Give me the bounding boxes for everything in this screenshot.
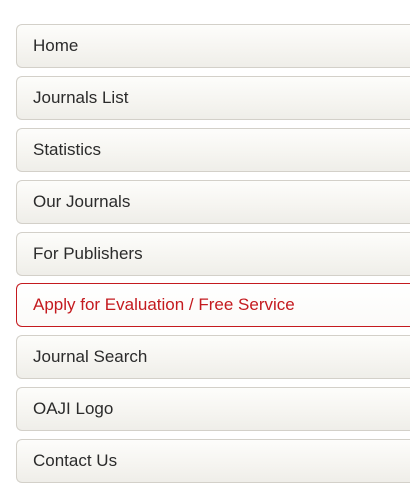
- nav-item-label: OAJI Logo: [33, 399, 114, 419]
- nav-item-our-journals[interactable]: Our Journals: [16, 179, 410, 224]
- nav-item-label: Contact Us: [33, 451, 118, 471]
- nav-item-apply-for-evaluation[interactable]: Apply for Evaluation / Free Service: [16, 283, 410, 328]
- nav-item-label: Journals List: [33, 87, 129, 107]
- nav-item-journals-list[interactable]: Journals List: [16, 75, 410, 120]
- nav-item-label: Statistics: [33, 139, 102, 159]
- nav-item-label: Our Journals: [33, 191, 131, 211]
- nav-item-home[interactable]: Home: [16, 24, 410, 68]
- nav-item-for-publishers[interactable]: For Publishers: [16, 231, 410, 276]
- nav-item-label: Apply for Evaluation / Free Service: [33, 295, 295, 315]
- sidebar-nav-menu: Home Journals List Statistics Our Journa…: [16, 24, 410, 491]
- nav-item-journal-search[interactable]: Journal Search: [16, 335, 410, 380]
- nav-item-label: Home: [33, 36, 79, 55]
- nav-item-label: Journal Search: [33, 347, 148, 367]
- nav-item-oaji-logo[interactable]: OAJI Logo: [16, 387, 410, 432]
- nav-item-label: For Publishers: [33, 243, 143, 263]
- nav-item-statistics[interactable]: Statistics: [16, 127, 410, 172]
- nav-item-contact-us[interactable]: Contact Us: [16, 439, 410, 484]
